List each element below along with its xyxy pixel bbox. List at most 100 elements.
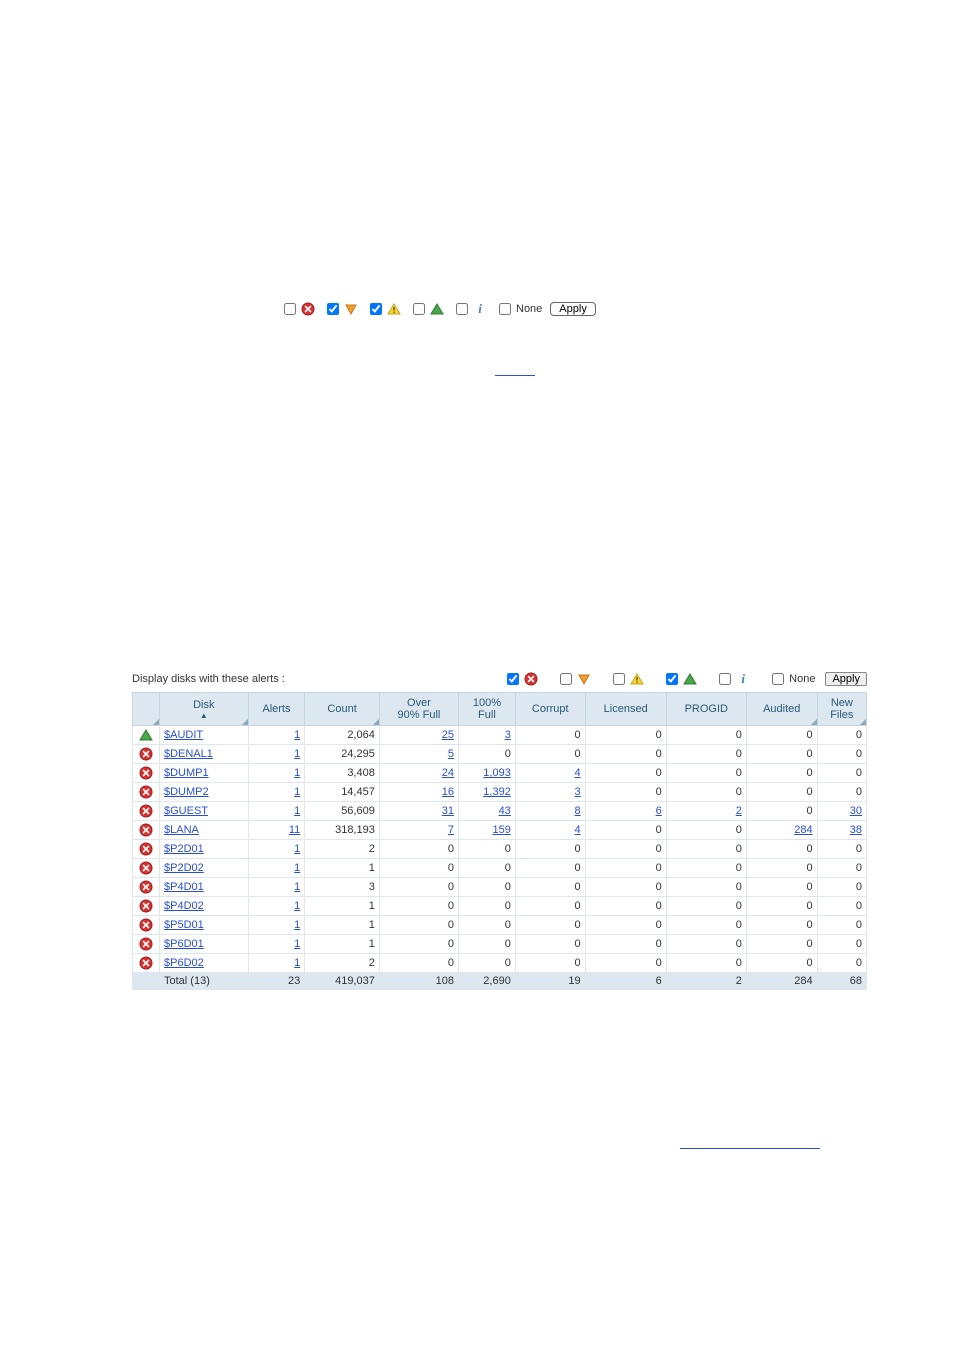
disk-cell: $P2D02 [160, 859, 249, 878]
cell-link[interactable]: 3 [575, 786, 581, 798]
disk-link[interactable]: $P4D02 [164, 900, 204, 912]
filter-error [503, 670, 538, 688]
disk-link[interactable]: $LANA [164, 824, 199, 836]
filter-error-checkbox[interactable] [284, 303, 296, 315]
disk-link[interactable]: $P2D02 [164, 862, 204, 874]
count-cell: 1 [305, 935, 380, 954]
total-label: Total (13) [160, 973, 249, 990]
total-count: 419,037 [305, 973, 380, 990]
disk-link[interactable]: $P6D02 [164, 957, 204, 969]
count-cell: 1 [305, 916, 380, 935]
cell-link[interactable]: 1 [294, 843, 300, 855]
filter-up-checkbox[interactable] [413, 303, 425, 315]
filter-down-checkbox[interactable] [560, 673, 572, 685]
cell-link[interactable]: 1 [294, 862, 300, 874]
disk-cell: $AUDIT [160, 726, 249, 745]
error-icon [139, 861, 153, 875]
cell-link[interactable]: 1 [294, 805, 300, 817]
col-newfiles[interactable]: NewFiles [817, 693, 866, 726]
up-green-icon [683, 672, 697, 686]
error-icon [139, 747, 153, 761]
cell-link[interactable]: 5 [448, 748, 454, 760]
cell-link[interactable]: 8 [575, 805, 581, 817]
disk-link[interactable]: $P5D01 [164, 919, 204, 931]
filter-none: None [768, 670, 815, 688]
cell-link[interactable]: 25 [442, 729, 454, 741]
disk-link[interactable]: $AUDIT [164, 729, 203, 741]
cell-link[interactable]: 284 [794, 824, 812, 836]
disk-cell: $DUMP2 [160, 783, 249, 802]
cell-link[interactable]: 1 [294, 767, 300, 779]
row-status-cell [133, 878, 160, 897]
table-row: $GUEST156,6093143862030 [133, 802, 867, 821]
cell-link[interactable]: 11 [289, 824, 300, 836]
col-corrupt[interactable]: Corrupt [515, 693, 585, 726]
cell-link[interactable]: 2 [736, 805, 742, 817]
cell-link[interactable]: 1,093 [483, 767, 511, 779]
filter-warn-checkbox[interactable] [370, 303, 382, 315]
cell-link[interactable]: 1 [294, 919, 300, 931]
disk-link[interactable]: $DENAL1 [164, 748, 213, 760]
cell-link[interactable]: 1 [294, 729, 300, 741]
error-icon [139, 899, 153, 913]
filter-warn-checkbox[interactable] [613, 673, 625, 685]
disk-link[interactable]: $P2D01 [164, 843, 204, 855]
col-alerts[interactable]: Alerts [248, 693, 305, 726]
cell-link[interactable]: 1 [294, 881, 300, 893]
table-row: $P4D02110000000 [133, 897, 867, 916]
cell-link[interactable]: 1 [294, 748, 300, 760]
disk-link[interactable]: $P6D01 [164, 938, 204, 950]
cell-link[interactable]: 1 [294, 938, 300, 950]
cell-link[interactable]: 6 [656, 805, 662, 817]
col-icon[interactable] [133, 693, 160, 726]
cell-link[interactable]: 24 [442, 767, 454, 779]
row-status-cell [133, 802, 160, 821]
cell-link[interactable]: 38 [850, 824, 862, 836]
disk-link[interactable]: $DUMP2 [164, 786, 209, 798]
cell-link[interactable]: 43 [499, 805, 511, 817]
row-status-cell [133, 783, 160, 802]
col-licensed[interactable]: Licensed [585, 693, 666, 726]
col-disk[interactable]: Disk▲ [160, 693, 249, 726]
cell-link[interactable]: 159 [492, 824, 510, 836]
cell-link[interactable]: 16 [442, 786, 454, 798]
cell-link[interactable]: 30 [850, 805, 862, 817]
total-over90: 108 [379, 973, 458, 990]
cell-link[interactable]: 4 [575, 767, 581, 779]
col-audited[interactable]: Audited [746, 693, 817, 726]
filter-down [323, 300, 358, 318]
row-status-cell [133, 726, 160, 745]
disk-link[interactable]: $GUEST [164, 805, 208, 817]
cell-link[interactable]: 7 [448, 824, 454, 836]
disk-link[interactable]: $P4D01 [164, 881, 204, 893]
disk-table: Disk▲AlertsCountOver90% Full100%FullCorr… [132, 692, 867, 990]
table-row: $P6D02120000000 [133, 954, 867, 973]
filter-up-checkbox[interactable] [666, 673, 678, 685]
cell-link[interactable]: 1 [294, 957, 300, 969]
count-cell: 24,295 [305, 745, 380, 764]
cell-link[interactable]: 31 [442, 805, 454, 817]
error-icon [139, 766, 153, 780]
total-audited: 284 [746, 973, 817, 990]
row-status-cell [133, 897, 160, 916]
filter-info-checkbox[interactable] [456, 303, 468, 315]
cell-link[interactable]: 4 [575, 824, 581, 836]
filter-error-checkbox[interactable] [507, 673, 519, 685]
filter-none: None [495, 300, 542, 318]
row-status-cell [133, 916, 160, 935]
col-full100[interactable]: 100%Full [459, 693, 516, 726]
apply-button[interactable]: Apply [550, 302, 596, 316]
disk-link[interactable]: $DUMP1 [164, 767, 209, 779]
cell-link[interactable]: 3 [505, 729, 511, 741]
filter-info-checkbox[interactable] [719, 673, 731, 685]
filter-down-checkbox[interactable] [327, 303, 339, 315]
cell-link[interactable]: 1 [294, 786, 300, 798]
filter-none-checkbox[interactable] [772, 673, 784, 685]
col-count[interactable]: Count [305, 693, 380, 726]
col-over90[interactable]: Over90% Full [379, 693, 458, 726]
col-progid[interactable]: PROGID [666, 693, 746, 726]
cell-link[interactable]: 1 [294, 900, 300, 912]
cell-link[interactable]: 1,392 [483, 786, 511, 798]
apply-button[interactable]: Apply [825, 672, 867, 686]
filter-none-checkbox[interactable] [499, 303, 511, 315]
